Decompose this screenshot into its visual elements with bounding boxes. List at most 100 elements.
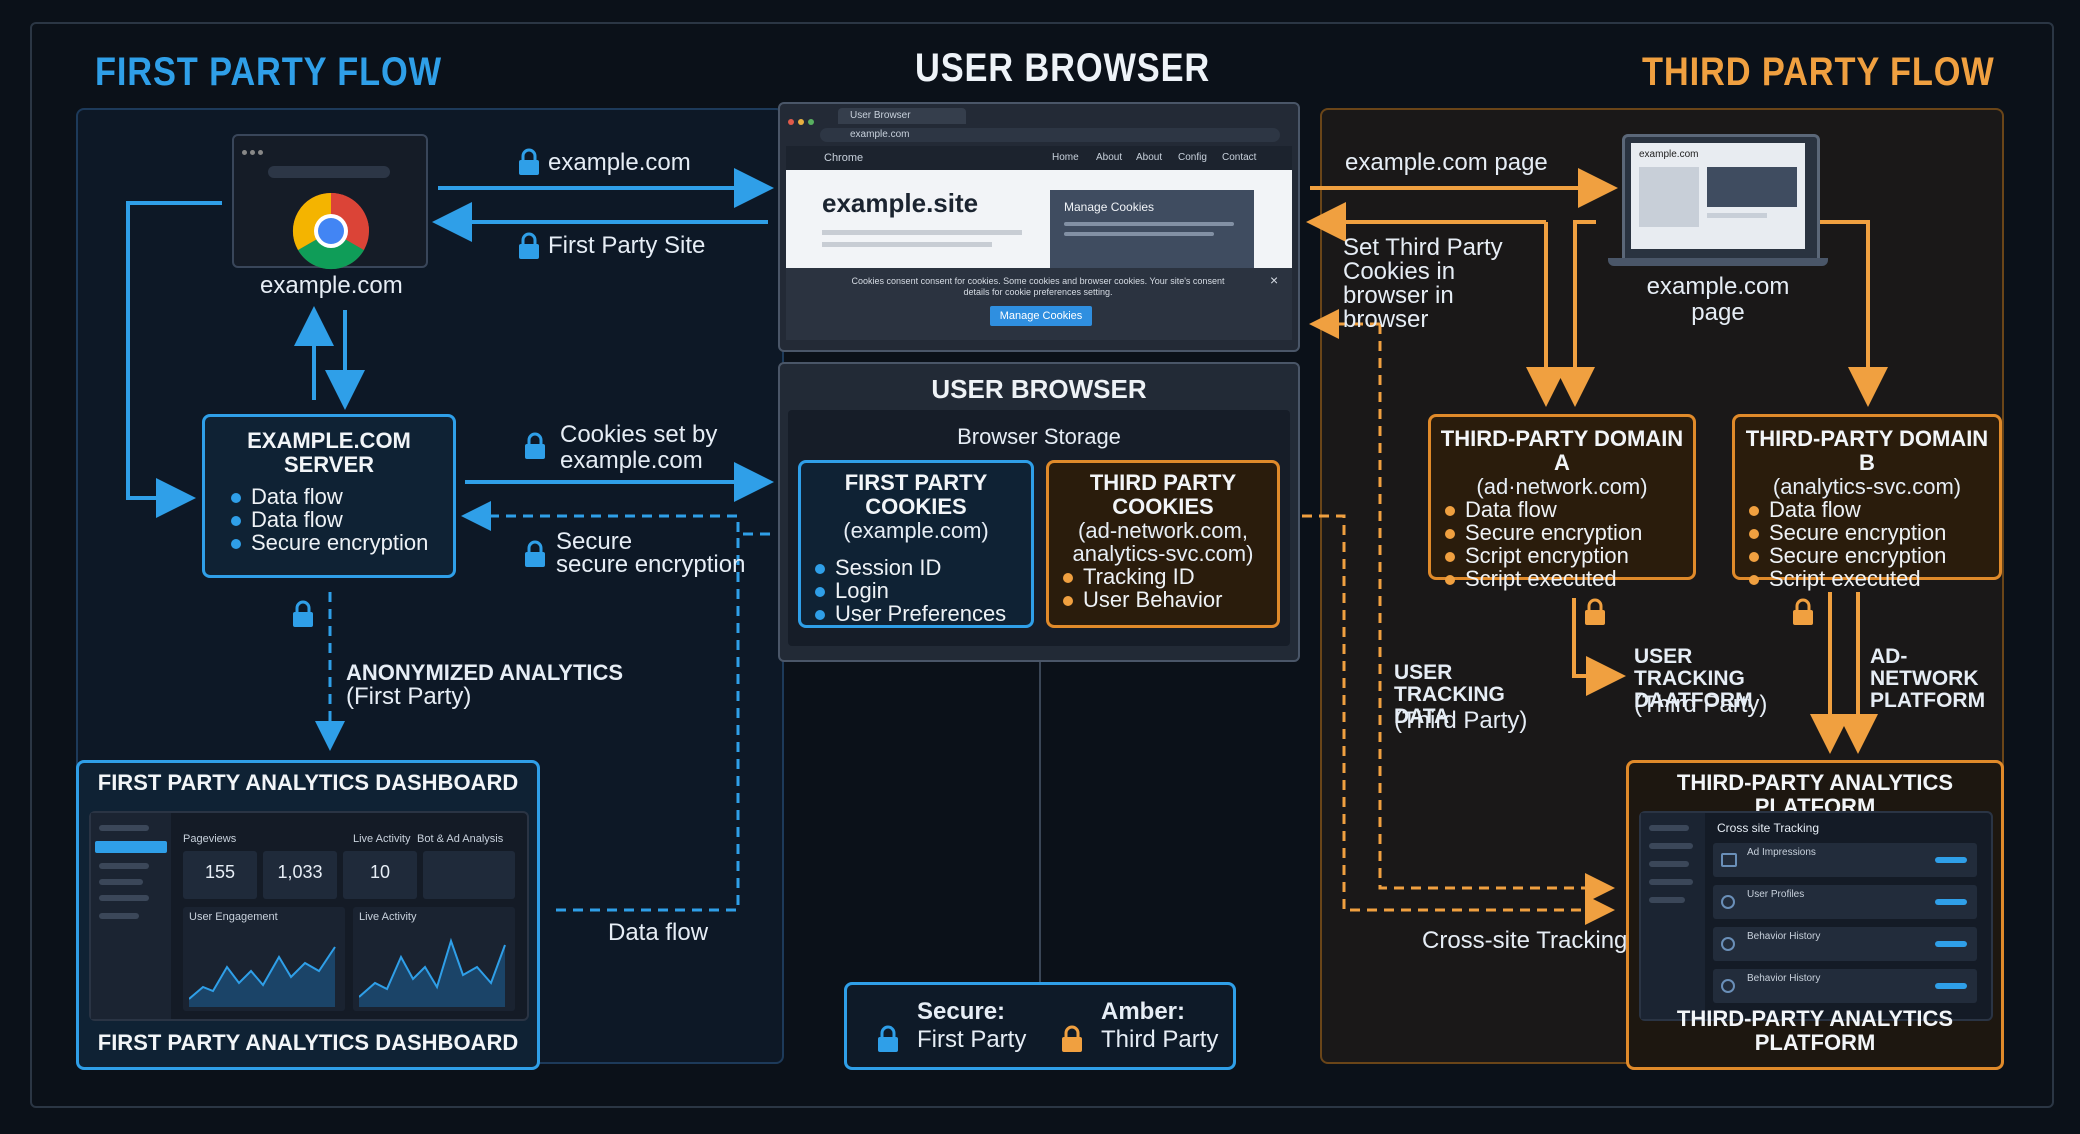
fp-dashboard-box: FIRST PARTY ANALYTICS DASHBOARD Pageview…	[76, 760, 540, 1070]
domain-b-box: THIRD-PARTY DOMAIN B (analytics-svc.com)…	[1732, 414, 2002, 590]
chart-panel: Live Activity	[353, 907, 515, 1011]
arrow-data-flow	[555, 538, 740, 912]
manage-cookies-button[interactable]: Manage Cookies	[990, 306, 1092, 326]
tp-cookies-box: THIRD PARTY COOKIES (ad-network.com, ana…	[1046, 460, 1280, 628]
fp-cookies-sub: (example.com)	[843, 518, 989, 543]
platform-row-label: Behavior History	[1747, 973, 1821, 984]
domain-item: Script executed	[1445, 567, 1693, 590]
domain-a-title: THIRD-PARTY DOMAIN A	[1440, 426, 1684, 475]
platform-header: Cross site Tracking	[1717, 821, 1820, 835]
site-content: example.site Manage Cookies	[786, 170, 1292, 268]
cookie-item: Login	[815, 579, 1031, 602]
platform-row-label: Behavior History	[1747, 931, 1821, 942]
fp-request-label: example.com	[548, 149, 691, 176]
tp-platform-title-bottom: THIRD-PARTY ANALYTICS PLATFORM	[1676, 1006, 1954, 1055]
server-title: EXAMPLE.COM SERVER	[247, 428, 411, 477]
lock-icon	[518, 148, 540, 176]
user-tracking-sub-label: (Third Party)	[1394, 707, 1528, 734]
domain-item: Secure encryption	[1749, 521, 1999, 544]
laptop-icon: example.com	[1622, 134, 1820, 264]
section-pageviews: Pageviews	[183, 833, 237, 845]
url-text: example.com	[850, 129, 910, 140]
section-live: Live Activity	[353, 833, 411, 845]
tp-page-caption: example.com page	[1646, 273, 1790, 326]
nav-item[interactable]: Home	[1052, 152, 1079, 163]
dashboard-sidebar	[91, 813, 171, 1019]
browser-window: User Browser example.com Chrome Home Abo…	[778, 102, 1300, 352]
tp-cookies-sub: (ad-network.com, analytics-svc.com)	[1072, 518, 1254, 566]
arrow-laptop-to-b	[1820, 220, 1888, 407]
tp-page-label: example.com page	[1345, 149, 1548, 176]
lock-icon	[1061, 1025, 1083, 1053]
fp-dashboard-title-bottom: FIRST PARTY ANALYTICS DASHBOARD	[97, 1030, 519, 1055]
url-bar[interactable]: example.com	[820, 128, 1280, 142]
lock-icon	[292, 600, 314, 628]
legend-secure-value: First Party	[917, 1026, 1027, 1053]
nav-item[interactable]: About	[1096, 152, 1122, 163]
chart-icon	[1721, 853, 1737, 867]
laptop-header: example.com	[1639, 149, 1699, 160]
set-tp-cookies-label: Set Third Party Cookies in browser in br…	[1343, 234, 1503, 333]
storage-title: USER BROWSER	[931, 374, 1147, 404]
domain-item: Data flow	[1445, 498, 1693, 521]
arrow-laptop-to-a	[1555, 220, 1596, 407]
section-bot: Bot & Ad Analysis	[417, 833, 504, 845]
domain-b-title: THIRD-PARTY DOMAIN B	[1745, 426, 1989, 475]
platform-row-label: Ad Impressions	[1747, 847, 1816, 858]
banner-text: Cookies consent consent for cookies. Som…	[851, 276, 1225, 297]
browser-storage-panel: USER BROWSER Browser Storage FIRST PARTY…	[778, 362, 1300, 662]
domain-b-sub: (analytics-svc.com)	[1772, 474, 1962, 499]
domain-item: Secure encryption	[1749, 544, 1999, 567]
fp-browser-window	[232, 134, 428, 270]
domain-item: Data flow	[1749, 498, 1999, 521]
manage-cookies-panel: Manage Cookies	[1050, 190, 1254, 268]
stat-card: 1,033	[263, 851, 337, 899]
fp-cookies-title: FIRST PARTY COOKIES	[844, 470, 988, 519]
lock-icon	[524, 432, 546, 460]
server-item: Data flow	[231, 508, 453, 531]
platform-row: User Profiles	[1713, 885, 1977, 919]
platform-row-label: User Profiles	[1747, 889, 1805, 900]
stat-card-mini	[423, 851, 515, 899]
clock-icon	[1721, 937, 1735, 951]
legend-amber-value: Third Party	[1101, 1026, 1219, 1053]
secure-sub-label: secure encryption	[556, 551, 746, 578]
platform-row: Behavior History	[1713, 969, 1977, 1003]
nav-item[interactable]: Config	[1178, 152, 1207, 163]
nav-item[interactable]: Contact	[1222, 152, 1256, 163]
lock-icon	[1792, 598, 1814, 626]
browser-tab[interactable]: User Browser	[838, 108, 966, 124]
cookies-set-label: Cookies set by example.com	[560, 421, 718, 474]
cross-site-label: Cross-site Tracking	[1422, 927, 1628, 954]
domain-item: Script encryption	[1445, 544, 1693, 567]
lock-icon	[1584, 598, 1606, 626]
ad-network-label: AD-NETWORK PLATFORM	[1870, 645, 1986, 712]
window-dots	[788, 112, 814, 130]
example-server-box: EXAMPLE.COM SERVER Data flow Data flow S…	[202, 414, 456, 578]
site-nav: Chrome Home About About Config Contact	[786, 146, 1292, 170]
cookie-item: Session ID	[815, 556, 1031, 579]
lock-icon	[524, 540, 546, 568]
engagement-chart	[189, 946, 336, 1007]
cookie-item: Tracking ID	[1063, 565, 1277, 588]
brand-label: Chrome	[824, 152, 864, 164]
laptop-screen: example.com	[1631, 143, 1805, 249]
cookie-item: User Behavior	[1063, 588, 1277, 611]
platform-sidebar	[1641, 813, 1705, 1019]
domain-a-sub: (ad·network.com)	[1476, 474, 1648, 499]
nav-item[interactable]: About	[1136, 152, 1162, 163]
live-chart	[359, 937, 506, 1007]
fp-cookies-box: FIRST PARTY COOKIES (example.com) Sessio…	[798, 460, 1034, 628]
tp-cookies-title: THIRD PARTY COOKIES	[1089, 470, 1237, 519]
anonymized-sub-label: (First Party)	[346, 683, 472, 710]
close-icon[interactable]: ×	[1270, 272, 1278, 288]
legend-secure-label: Secure:	[917, 998, 1006, 1025]
lock-icon	[518, 232, 540, 260]
chart-a-label: User Engagement	[189, 911, 278, 923]
server-item: Data flow	[231, 485, 453, 508]
storage-sub: Browser Storage	[957, 424, 1121, 449]
site-title: example.site	[822, 188, 979, 218]
chart-panel: User Engagement	[183, 907, 345, 1011]
legend-amber-label: Amber:	[1101, 998, 1186, 1025]
fp-response-label: First Party Site	[548, 232, 706, 259]
